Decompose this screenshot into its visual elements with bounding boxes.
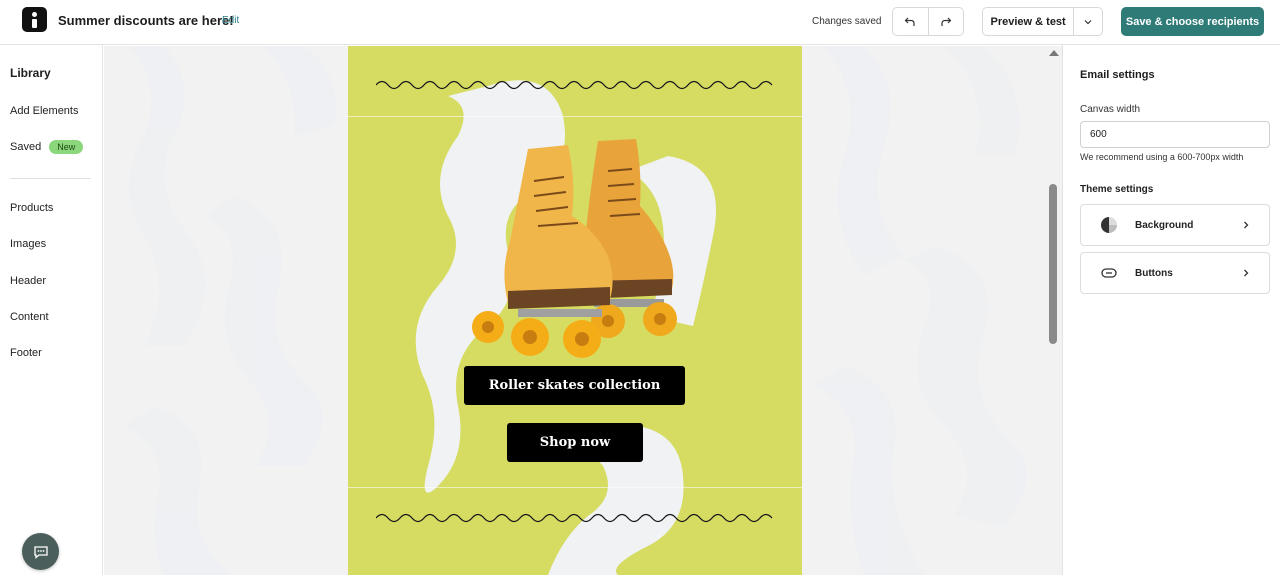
sidebar-divider xyxy=(10,178,91,179)
library-sidebar: Library Add Elements Saved New Products I… xyxy=(0,45,103,575)
roller-skates-collection-button[interactable]: Roller skates collection xyxy=(464,366,685,405)
chevron-right-icon xyxy=(1239,268,1253,278)
preview-dropdown-button[interactable] xyxy=(1073,8,1102,35)
theme-settings-title: Theme settings xyxy=(1080,184,1154,195)
sidebar-item-header[interactable]: Header xyxy=(10,275,46,287)
redo-icon xyxy=(941,17,952,26)
sidebar-item-saved[interactable]: Saved New xyxy=(10,140,84,154)
buttons-settings-card[interactable]: Buttons xyxy=(1080,252,1270,294)
chevron-right-icon xyxy=(1239,220,1253,230)
section-divider xyxy=(348,487,802,488)
wave-divider-bottom xyxy=(376,513,773,523)
pill-button-icon xyxy=(1099,263,1119,283)
sidebar-item-add-elements[interactable]: Add Elements xyxy=(10,105,78,117)
sidebar-item-label: Content xyxy=(10,311,49,323)
background-card-label: Background xyxy=(1135,219,1194,231)
chevron-down-icon xyxy=(1084,19,1092,24)
preview-test-group: Preview & test xyxy=(982,7,1103,36)
sidebar-item-label: Footer xyxy=(10,347,42,359)
campaign-title: Summer discounts are here! xyxy=(58,13,234,28)
new-badge: New xyxy=(49,140,84,154)
app-logo[interactable] xyxy=(22,7,47,32)
email-settings-title: Email settings xyxy=(1080,69,1155,81)
sidebar-item-images[interactable]: Images xyxy=(10,238,46,250)
chat-button[interactable] xyxy=(22,533,59,570)
sidebar-item-footer[interactable]: Footer xyxy=(10,347,42,359)
canvas-width-hint: We recommend using a 600-700px width xyxy=(1080,152,1244,162)
scroll-up-icon[interactable] xyxy=(1049,50,1059,56)
undo-icon xyxy=(905,17,916,26)
sidebar-item-products[interactable]: Products xyxy=(10,202,53,214)
email-settings-panel: Email settings Canvas width 600 We recom… xyxy=(1062,45,1280,575)
email-body[interactable]: Roller skates collection Shop now xyxy=(348,46,802,575)
scroll-thumb[interactable] xyxy=(1049,184,1057,344)
wave-divider-top xyxy=(376,80,773,90)
section-divider xyxy=(348,116,802,117)
roller-skates-image[interactable] xyxy=(458,131,698,361)
undo-redo-group xyxy=(892,7,964,36)
sidebar-item-label: Products xyxy=(10,202,54,214)
background-settings-card[interactable]: Background xyxy=(1080,204,1270,246)
undo-button[interactable] xyxy=(893,8,928,35)
edit-title-link[interactable]: Edit xyxy=(222,15,239,26)
redo-button[interactable] xyxy=(927,8,963,35)
sidebar-item-label: Images xyxy=(10,238,47,250)
save-choose-recipients-button[interactable]: Save & choose recipients xyxy=(1121,7,1264,36)
chat-icon xyxy=(33,545,48,559)
canvas-width-input[interactable]: 600 xyxy=(1080,121,1270,148)
canvas-scrollbar[interactable] xyxy=(1045,46,1061,575)
half-circle-icon xyxy=(1099,215,1119,235)
shop-now-button[interactable]: Shop now xyxy=(507,423,643,462)
buttons-card-label: Buttons xyxy=(1135,267,1173,279)
editor-canvas[interactable]: Roller skates collection Shop now xyxy=(104,46,1062,575)
preview-test-button[interactable]: Preview & test xyxy=(983,8,1073,35)
sidebar-item-label: Header xyxy=(10,275,47,287)
sidebar-item-content[interactable]: Content xyxy=(10,311,49,323)
sidebar-item-label: Add Elements xyxy=(10,105,79,117)
library-title: Library xyxy=(10,66,51,80)
sidebar-item-label: Saved xyxy=(10,140,42,153)
top-bar: Summer discounts are here! Edit Changes … xyxy=(0,0,1280,45)
save-status: Changes saved xyxy=(812,16,882,27)
canvas-width-label: Canvas width xyxy=(1080,104,1141,115)
